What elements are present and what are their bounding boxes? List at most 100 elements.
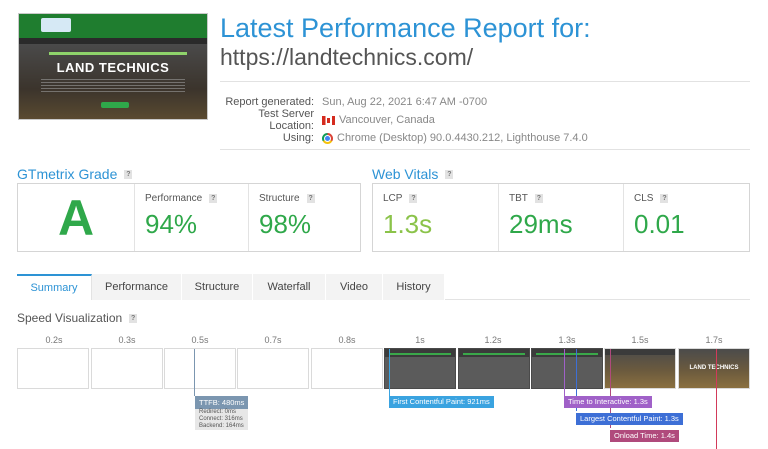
tbt-label-row: TBT ? [509,193,623,204]
filmstrip-frame[interactable] [91,348,163,389]
performance-label: Performance [145,193,203,204]
speed-visualization-heading: Speed Visualization ? [17,311,138,325]
ttfb-redirect: Redirect: 0ms [199,409,237,415]
meta-using-row: Using: Chrome (Desktop) 90.0.4430.212, L… [220,129,750,147]
performance-score: 94% [145,209,198,239]
website-screenshot-thumbnail[interactable]: LAND TECHNICS [18,13,208,120]
report-url[interactable]: https://landtechnics.com/ [220,44,473,71]
help-icon[interactable]: ? [409,194,418,203]
lcp-marker-label: Largest Contentful Paint: 1.3s [576,413,683,425]
thumb-cta [101,102,129,108]
thumb-logo [41,18,71,32]
ttfb-connect: Connect: 316ms [199,416,243,422]
meta-location-value: Vancouver, Canada [339,114,435,126]
ttfb-label: TTFB: 480ms [195,396,248,409]
meta-generated-label: Report generated: [225,96,314,108]
web-vitals-heading: Web Vitals ? [372,166,454,182]
tick-label: 0.2s [45,335,63,345]
tick-label: 1.3s [558,335,576,345]
tbt-label: TBT [509,193,528,204]
tab-video[interactable]: Video [326,274,383,300]
frame-header [605,349,675,355]
help-icon[interactable]: ? [209,194,218,203]
lcp-label-row: LCP ? [383,193,498,204]
lcp-label: LCP [383,193,403,204]
help-icon[interactable]: ? [445,169,454,179]
filmstrip-frame[interactable]: LAND TECHNICS [678,348,750,389]
ttfb-tooltip: TTFB: 480ms Redirect: 0ms Connect: 316ms… [195,396,248,430]
meta-location-label: Test Server Location: [258,108,314,132]
fcp-marker-line [389,349,390,396]
gtmetrix-grade-title: GTmetrix Grade [17,166,118,182]
help-icon[interactable]: ? [306,194,315,203]
filmstrip-frame[interactable] [237,348,309,389]
tick-label: 1.2s [484,335,502,345]
tick-label: 0.8s [338,335,356,345]
help-icon[interactable]: ? [660,194,669,203]
tab-structure[interactable]: Structure [182,274,253,300]
tick-label: 1.7s [705,335,723,345]
filmstrip-frame[interactable] [531,348,603,389]
meta-location-row: Test Server Location: Vancouver, Canada [220,108,750,132]
tti-marker-label: Time to Interactive: 1.3s [564,396,652,408]
tti-marker-line [564,349,565,396]
timeline-ticks: 0.2s 0.3s 0.5s 0.7s 0.8s 1s 1.2s 1.3s 1.… [17,335,750,349]
meta-using-label: Using: [282,132,314,144]
web-vitals-panel: LCP ? 1.3s TBT ? 29ms CLS ? 0.01 [372,183,750,252]
cls-cell: CLS ? 0.01 [624,184,749,251]
thumb-site-title: LAND TECHNICS [56,60,170,75]
report-title: Latest Performance Report for: [220,13,591,43]
fully-loaded-marker-line [716,349,717,449]
tbt-cell: TBT ? 29ms [499,184,624,251]
canada-flag-icon [322,115,335,125]
help-icon[interactable]: ? [124,169,133,179]
grade-letter: A [57,189,95,246]
meta-using-value: Chrome (Desktop) 90.0.4430.212, Lighthou… [337,132,588,144]
grade-cell: A [18,184,135,251]
meta-using-value-wrap: Chrome (Desktop) 90.0.4430.212, Lighthou… [322,132,588,144]
cls-label-row: CLS ? [634,193,749,204]
structure-score: 98% [259,209,312,239]
ttfb-marker-line [194,349,195,396]
meta-generated-value: Sun, Aug 22, 2021 6:47 AM -0700 [322,96,488,108]
tick-label: 1s [415,335,425,345]
lcp-cell: LCP ? 1.3s [373,184,499,251]
ttfb-backend: Backend: 164ms [199,423,244,429]
frame-nav-stripe [389,353,451,355]
filmstrip-frame[interactable] [384,348,456,389]
frame-site-title: LAND TECHNICS [689,365,739,371]
performance-label-row: Performance ? [145,193,248,204]
filmstrip: LAND TECHNICS [17,348,750,389]
help-icon[interactable]: ? [534,194,543,203]
thumb-text-lines [41,79,185,93]
fcp-marker-label: First Contentful Paint: 921ms [389,396,494,408]
tick-label: 0.7s [264,335,282,345]
filmstrip-frame[interactable] [458,348,530,389]
help-icon[interactable]: ? [129,313,138,323]
structure-label-row: Structure ? [259,193,360,204]
web-vitals-title: Web Vitals [372,166,439,182]
filmstrip-frame[interactable] [311,348,383,389]
meta-divider [220,149,750,150]
meta-location-value-wrap: Vancouver, Canada [322,114,435,126]
cls-value: 0.01 [634,209,685,239]
tab-history[interactable]: History [383,274,445,300]
header-divider [220,81,750,82]
cls-label: CLS [634,193,654,204]
structure-label: Structure [259,193,300,204]
tab-summary[interactable]: Summary [17,274,92,300]
filmstrip-frame[interactable] [604,348,676,389]
onload-marker-label: Onload Time: 1.4s [610,430,679,442]
gtmetrix-grade-panel: A Performance ? 94% Structure ? 98% [17,183,361,252]
chrome-icon [322,132,333,144]
structure-cell: Structure ? 98% [249,184,360,251]
report-meta: Report generated: Sun, Aug 22, 2021 6:47… [220,93,750,147]
tab-waterfall[interactable]: Waterfall [253,274,326,300]
filmstrip-frame[interactable] [164,348,236,389]
filmstrip-frame[interactable] [17,348,89,389]
lcp-value: 1.3s [383,209,433,239]
tick-label: 0.5s [191,335,209,345]
tab-performance[interactable]: Performance [92,274,182,300]
tbt-value: 29ms [509,209,573,239]
report-tabs: Summary Performance Structure Waterfall … [17,274,750,300]
